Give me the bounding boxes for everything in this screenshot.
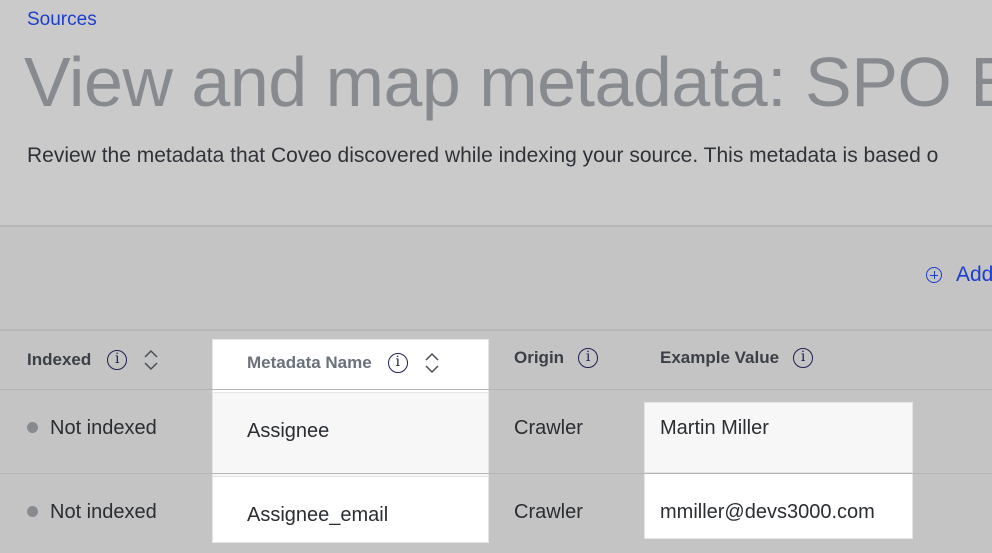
indexed-status: Not indexed bbox=[50, 501, 157, 523]
column-header-origin[interactable]: Origin i bbox=[514, 348, 599, 368]
column-header-indexed[interactable]: Indexed i bbox=[27, 348, 159, 372]
toolbar bbox=[0, 227, 992, 329]
add-button[interactable]: Add bbox=[926, 263, 992, 287]
sort-icon[interactable] bbox=[424, 351, 440, 375]
status-dot-icon bbox=[27, 506, 38, 518]
table-row[interactable]: Not indexed Assignee_email Crawler mmill… bbox=[0, 474, 992, 553]
column-header-metadata-name-label: Metadata Name bbox=[247, 353, 372, 372]
column-header-origin-label: Origin bbox=[514, 348, 565, 367]
metadata-name: Assignee bbox=[247, 420, 330, 442]
example-value: mmiller@devs3000.com bbox=[660, 501, 875, 523]
indexed-status: Not indexed bbox=[50, 417, 157, 439]
origin: Crawler bbox=[514, 501, 583, 523]
example-value: Martin Miller bbox=[660, 417, 769, 439]
column-header-indexed-label: Indexed bbox=[27, 350, 92, 369]
page-header: Sources View and map metadata: SPO Ex Re… bbox=[0, 0, 992, 225]
column-header-example-value[interactable]: Example Value i bbox=[660, 348, 814, 368]
indexed-status-cell: Not indexed bbox=[27, 501, 157, 524]
plus-circle-icon bbox=[926, 267, 942, 283]
page-title: View and map metadata: SPO Ex bbox=[24, 43, 992, 121]
column-header-metadata-name[interactable]: Metadata Name i bbox=[247, 351, 440, 375]
info-icon[interactable]: i bbox=[793, 348, 814, 368]
indexed-status-cell: Not indexed bbox=[27, 417, 157, 440]
status-dot-icon bbox=[27, 422, 38, 434]
column-header-example-value-label: Example Value bbox=[660, 348, 780, 367]
page-description: Review the metadata that Coveo discovere… bbox=[27, 144, 939, 167]
origin: Crawler bbox=[514, 417, 583, 439]
breadcrumb-sources-link[interactable]: Sources bbox=[27, 9, 97, 31]
info-icon[interactable]: i bbox=[387, 353, 408, 373]
info-icon[interactable]: i bbox=[107, 350, 128, 370]
add-button-label: Add bbox=[956, 263, 992, 286]
sort-icon[interactable] bbox=[143, 348, 159, 372]
table-row[interactable]: Not indexed Assignee Crawler Martin Mill… bbox=[0, 390, 992, 473]
info-icon[interactable]: i bbox=[578, 348, 599, 368]
metadata-name: Assignee_email bbox=[247, 504, 389, 526]
